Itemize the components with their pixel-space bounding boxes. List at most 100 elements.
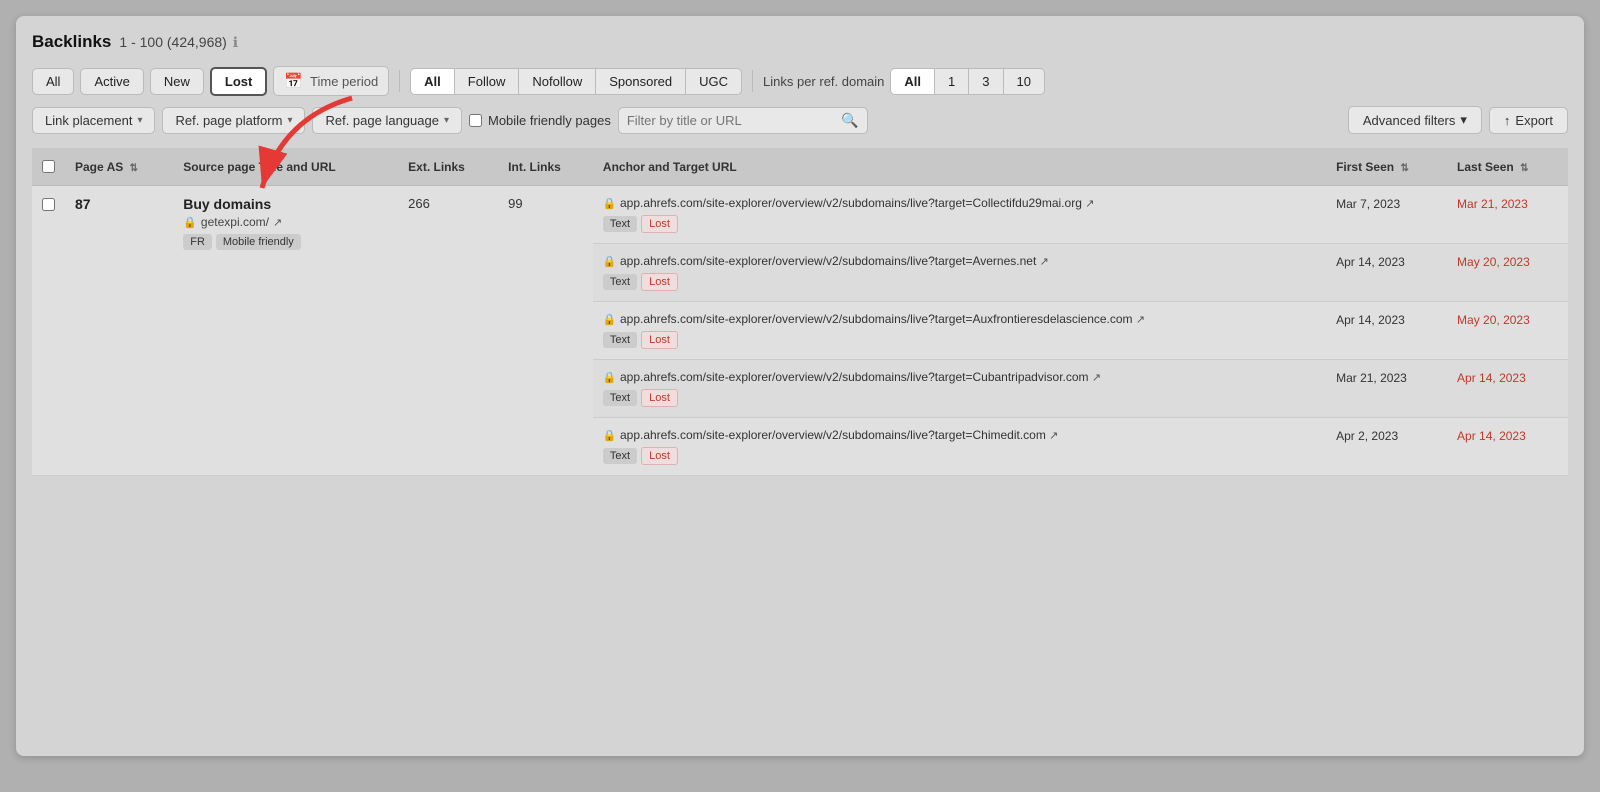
lock-icon: 🔒: [603, 430, 617, 442]
filter-bar-1: All Active New Lost 📅 Time period All Fo…: [32, 66, 1568, 96]
table-body: 87 Buy domains 🔒 getexpi.com/ ↗ FRMobile…: [32, 186, 1568, 476]
filter-ugc-button[interactable]: UGC: [686, 69, 741, 94]
anchor-url-text[interactable]: app.ahrefs.com/site-explorer/overview/v2…: [620, 370, 1089, 384]
calendar-icon: 📅: [284, 72, 303, 90]
export-button[interactable]: ↑ Export: [1489, 107, 1568, 134]
anchor-tag: Text: [603, 274, 637, 290]
anchor-tags: TextLost: [603, 331, 1316, 349]
links-per-group: All 1 3 10: [890, 68, 1045, 95]
filter-all-button[interactable]: All: [32, 68, 74, 95]
anchor-tag: Lost: [641, 389, 678, 407]
page-title: Backlinks: [32, 32, 111, 52]
filter-bar-2: Link placement ▾ Ref. page platform ▾ Re…: [32, 106, 1568, 134]
sort-icon[interactable]: ⇅: [1400, 163, 1408, 174]
lock-icon: 🔒: [603, 372, 617, 384]
first-seen-value: Mar 7, 2023: [1336, 197, 1400, 211]
source-tag: Mobile friendly: [216, 234, 301, 250]
anchor-tags: TextLost: [603, 215, 1316, 233]
row-checkbox[interactable]: [42, 198, 55, 211]
anchor-url-text[interactable]: app.ahrefs.com/site-explorer/overview/v2…: [620, 196, 1082, 210]
anchor-tag: Lost: [641, 447, 678, 465]
advanced-filters-button[interactable]: Advanced filters ▾: [1348, 106, 1482, 134]
anchor-url-text[interactable]: app.ahrefs.com/site-explorer/overview/v2…: [620, 254, 1036, 268]
mobile-friendly-checkbox-label[interactable]: Mobile friendly pages: [469, 113, 611, 128]
time-period-button[interactable]: 📅 Time period: [273, 66, 389, 96]
search-box[interactable]: 🔍: [618, 107, 868, 134]
external-link-icon[interactable]: ↗: [1092, 372, 1101, 384]
first-seen-value: Apr 14, 2023: [1336, 255, 1405, 269]
first-seen-value: Apr 14, 2023: [1336, 313, 1405, 327]
last-seen-value: Apr 14, 2023: [1457, 371, 1526, 385]
external-link-icon[interactable]: ↗: [273, 216, 282, 229]
link-placement-dropdown[interactable]: Link placement ▾: [32, 107, 155, 134]
ref-page-language-dropdown[interactable]: Ref. page language ▾: [312, 107, 462, 134]
last-seen-value: May 20, 2023: [1457, 313, 1530, 327]
last-seen-value: May 20, 2023: [1457, 255, 1530, 269]
links-per-3-button[interactable]: 3: [969, 69, 1003, 94]
sort-icon[interactable]: ⇅: [130, 163, 138, 174]
external-link-icon[interactable]: ↗: [1049, 430, 1058, 442]
search-input[interactable]: [627, 113, 837, 128]
table-row: 87 Buy domains 🔒 getexpi.com/ ↗ FRMobile…: [32, 186, 1568, 244]
divider: [399, 70, 400, 92]
anchor-url-text[interactable]: app.ahrefs.com/site-explorer/overview/v2…: [620, 428, 1046, 442]
url-text[interactable]: getexpi.com/: [201, 215, 269, 229]
divider2: [752, 70, 753, 92]
backlinks-table: Page AS ⇅ Source page Title and URL Ext.…: [32, 148, 1568, 476]
filter-lost-button[interactable]: Lost: [210, 67, 267, 96]
link-type-group: All Follow Nofollow Sponsored UGC: [410, 68, 742, 95]
first-seen-value: Mar 21, 2023: [1336, 371, 1407, 385]
anchor-tag: Lost: [641, 215, 678, 233]
col-source: Source page Title and URL: [173, 148, 398, 186]
last-seen-value: Mar 21, 2023: [1457, 197, 1528, 211]
filter-active-button[interactable]: Active: [80, 68, 143, 95]
lock-icon: 🔒: [603, 314, 617, 326]
anchor-tags: TextLost: [603, 273, 1316, 291]
filter-all2-button[interactable]: All: [411, 69, 455, 94]
ref-page-platform-dropdown[interactable]: Ref. page platform ▾: [162, 107, 305, 134]
source-tags: FRMobile friendly: [183, 233, 388, 250]
ext-links-value: 266: [408, 196, 430, 211]
first-seen-value: Apr 2, 2023: [1336, 429, 1398, 443]
chevron-down-icon: ▾: [287, 115, 292, 126]
external-link-icon[interactable]: ↗: [1085, 198, 1094, 210]
anchor-tag: Lost: [641, 273, 678, 291]
source-url: 🔒 getexpi.com/ ↗: [183, 215, 388, 229]
filter-follow-button[interactable]: Follow: [455, 69, 520, 94]
source-tag: FR: [183, 234, 212, 250]
page-count: 1 - 100 (424,968): [119, 34, 226, 50]
col-anchor: Anchor and Target URL: [593, 148, 1326, 186]
filter-new-button[interactable]: New: [150, 68, 204, 95]
chevron-down-icon: ▾: [137, 115, 142, 126]
external-link-icon[interactable]: ↗: [1040, 256, 1049, 268]
links-per-10-button[interactable]: 10: [1004, 69, 1044, 94]
sort-icon[interactable]: ⇅: [1520, 163, 1528, 174]
last-seen-value: Apr 14, 2023: [1457, 429, 1526, 443]
links-per-1-button[interactable]: 1: [935, 69, 969, 94]
filter-nofollow-button[interactable]: Nofollow: [519, 69, 596, 94]
chevron-down-icon: ▾: [1460, 112, 1467, 128]
filter-sponsored-button[interactable]: Sponsored: [596, 69, 686, 94]
anchor-tag: Lost: [641, 331, 678, 349]
links-per-label: Links per ref. domain: [763, 74, 884, 89]
anchor-url: 🔒 app.ahrefs.com/site-explorer/overview/…: [603, 312, 1316, 326]
anchor-url: 🔒 app.ahrefs.com/site-explorer/overview/…: [603, 428, 1316, 442]
anchor-tag: Text: [603, 332, 637, 348]
col-page-as: Page AS ⇅: [65, 148, 173, 186]
external-link-icon[interactable]: ↗: [1136, 314, 1145, 326]
col-last-seen: Last Seen ⇅: [1447, 148, 1568, 186]
chevron-down-icon: ▾: [444, 115, 449, 126]
mobile-friendly-checkbox[interactable]: [469, 114, 482, 127]
col-checkbox: [32, 148, 65, 186]
select-all-checkbox[interactable]: [42, 160, 55, 173]
lock-icon: 🔒: [603, 198, 617, 210]
anchor-tag: Text: [603, 448, 637, 464]
anchor-url-text[interactable]: app.ahrefs.com/site-explorer/overview/v2…: [620, 312, 1133, 326]
lock-icon: 🔒: [183, 216, 197, 229]
info-icon[interactable]: ℹ: [233, 34, 238, 51]
int-links-value: 99: [508, 196, 522, 211]
export-icon: ↑: [1504, 113, 1511, 128]
backlinks-table-container: Page AS ⇅ Source page Title and URL Ext.…: [32, 148, 1568, 476]
links-per-all-button[interactable]: All: [891, 69, 935, 94]
col-first-seen: First Seen ⇅: [1326, 148, 1447, 186]
